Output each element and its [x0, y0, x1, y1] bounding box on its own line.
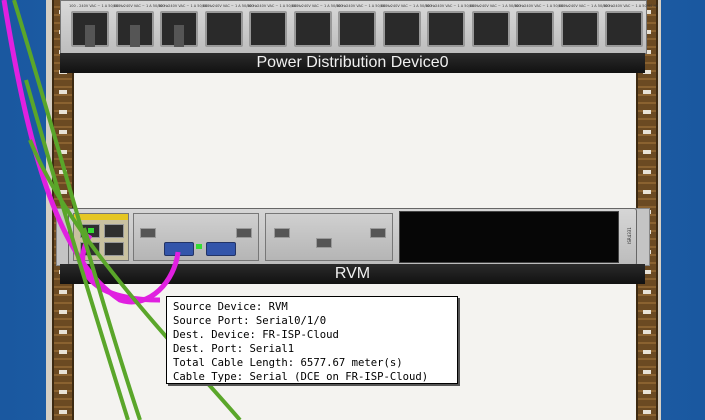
rack-view: 100 - 240V VAC ~ 1 A 50/60 Hz 100 - 240V …: [0, 0, 705, 420]
cable-info-tooltip: Source Device: RVM Source Port: Serial0/…: [166, 296, 458, 384]
power-cable-2[interactable]: [24, 79, 130, 420]
tooltip-dest-port: Dest. Port: Serial1: [173, 343, 295, 355]
tooltip-source-port: Source Port: Serial0/1/0: [173, 315, 327, 327]
power-cable-1[interactable]: [12, 0, 142, 420]
tooltip-cable-length: Total Cable Length: 6577.67 meter(s): [173, 357, 403, 369]
tooltip-cable-type: Cable Type: Serial (DCE on FR-ISP-Cloud): [173, 371, 429, 383]
tooltip-source-device: Source Device: RVM: [173, 301, 288, 313]
tooltip-dest-device: Dest. Device: FR-ISP-Cloud: [173, 329, 339, 341]
